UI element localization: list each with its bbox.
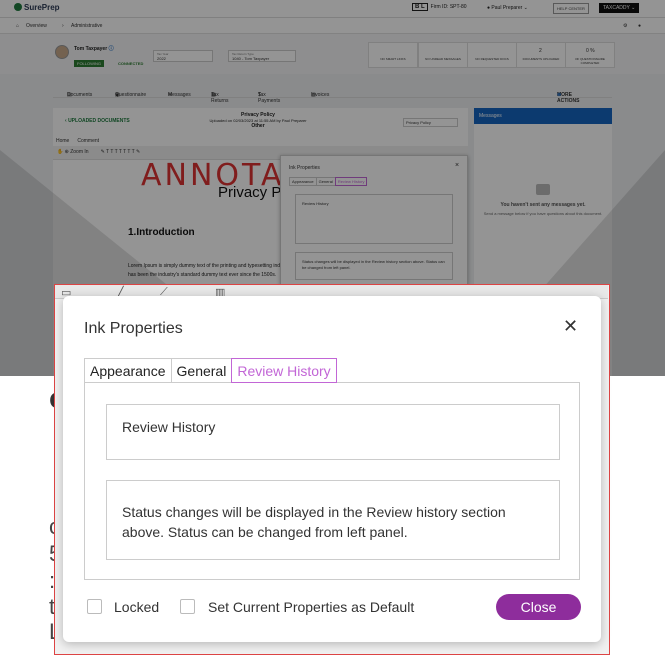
status-info-box: Status changes will be displayed in the … xyxy=(106,480,560,560)
close-button[interactable]: Close xyxy=(496,594,581,620)
set-default-label: Set Current Properties as Default xyxy=(208,599,415,615)
close-icon[interactable]: ✕ xyxy=(563,317,578,335)
tab-general[interactable]: General xyxy=(170,358,233,383)
locked-label: Locked xyxy=(114,599,160,615)
tab-review-history[interactable]: Review History xyxy=(231,358,337,383)
tab-appearance[interactable]: Appearance xyxy=(84,358,172,383)
locked-checkbox[interactable] xyxy=(87,599,102,614)
ink-properties-dialog: Ink Properties ✕ Appearance General Revi… xyxy=(63,296,601,642)
dialog-title: Ink Properties xyxy=(84,320,183,337)
review-history-box: Review History xyxy=(106,404,560,460)
set-default-checkbox[interactable] xyxy=(180,599,195,614)
review-history-panel: Review History Status changes will be di… xyxy=(84,382,580,580)
dialog-footer: Locked Set Current Properties as Default… xyxy=(63,593,601,623)
dialog-tabs: Appearance General Review History xyxy=(84,358,337,383)
